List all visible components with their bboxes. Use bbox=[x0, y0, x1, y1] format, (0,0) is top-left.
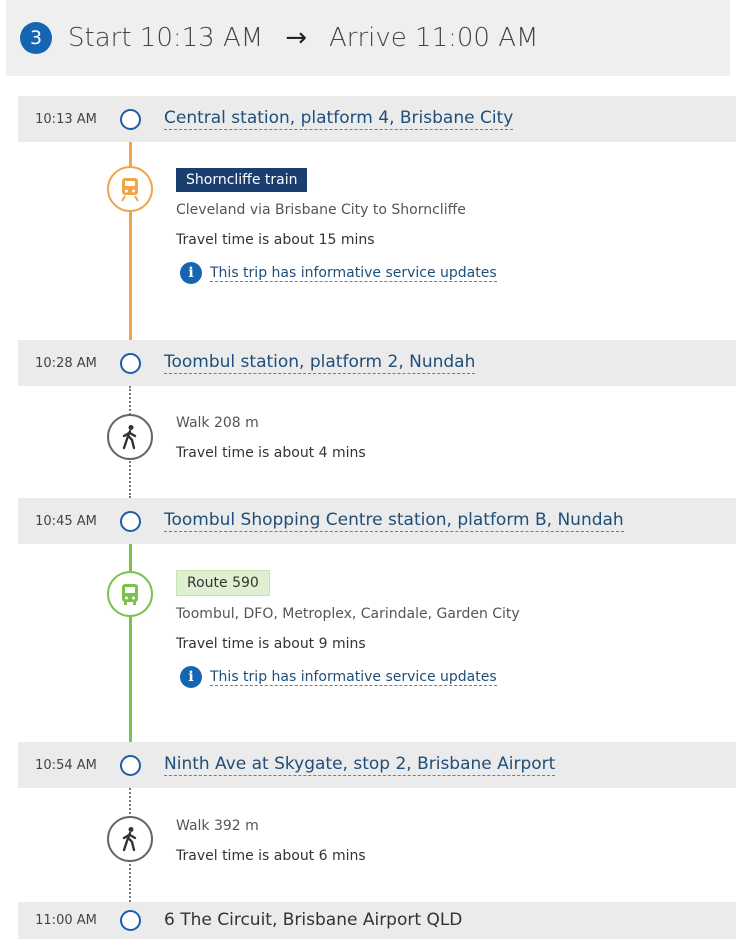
trip-header: 3 Start 10:13 AM → Arrive 11:00 AM bbox=[6, 0, 730, 76]
walk-icon bbox=[107, 414, 153, 460]
service-update-link[interactable]: This trip has informative service update… bbox=[210, 669, 497, 686]
route-description: Toombul, DFO, Metroplex, Carindale, Gard… bbox=[176, 606, 520, 622]
stop-name-link[interactable]: Central station, platform 4, Brisbane Ci… bbox=[164, 108, 514, 130]
walk-icon bbox=[107, 816, 153, 862]
stop-time: 11:00 AM bbox=[35, 913, 97, 928]
service-update[interactable]: i This trip has informative service upda… bbox=[176, 262, 497, 284]
info-icon: i bbox=[180, 666, 202, 688]
leg-train: Shorncliffe train Cleveland via Brisbane… bbox=[176, 168, 497, 284]
stop-row: 10:45 AM Toombul Shopping Centre station… bbox=[18, 498, 736, 544]
stop-circle-icon bbox=[120, 109, 141, 130]
stop-time: 10:28 AM bbox=[35, 355, 97, 371]
stop-time: 10:13 AM bbox=[35, 111, 97, 127]
info-icon: i bbox=[180, 262, 202, 284]
stop-time: 10:54 AM bbox=[35, 757, 97, 773]
travel-time: Travel time is about 4 mins bbox=[176, 445, 366, 461]
stop-time: 10:45 AM bbox=[35, 513, 97, 529]
stop-row: 10:13 AM Central station, platform 4, Br… bbox=[18, 96, 736, 142]
stop-circle-icon bbox=[120, 910, 141, 931]
stop-name-link[interactable]: Ninth Ave at Skygate, stop 2, Brisbane A… bbox=[164, 754, 556, 776]
walk-distance: Walk 208 m bbox=[176, 415, 259, 431]
leg-bus: Route 590 Toombul, DFO, Metroplex, Carin… bbox=[176, 570, 520, 688]
travel-time: Travel time is about 6 mins bbox=[176, 848, 366, 864]
stop-row: 10:54 AM Ninth Ave at Skygate, stop 2, B… bbox=[18, 742, 736, 788]
stop-circle-icon bbox=[120, 353, 141, 374]
leg-walk: Walk 208 m Travel time is about 4 mins bbox=[176, 415, 366, 475]
service-tag: Shorncliffe train bbox=[176, 168, 308, 192]
travel-time: Travel time is about 15 mins bbox=[176, 232, 375, 248]
stop-row: 10:28 AM Toombul station, platform 2, Nu… bbox=[18, 340, 736, 386]
stop-circle-icon bbox=[120, 511, 141, 532]
walk-distance: Walk 392 m bbox=[176, 818, 259, 834]
service-tag: Route 590 bbox=[176, 570, 270, 596]
train-icon bbox=[107, 166, 153, 212]
stop-circle-icon bbox=[120, 755, 141, 776]
stop-name-link[interactable]: Toombul station, platform 2, Nundah bbox=[164, 352, 476, 374]
start-time: Start 10:13 AM bbox=[68, 23, 264, 53]
leg-walk: Walk 392 m Travel time is about 6 mins bbox=[176, 818, 366, 878]
arrive-time: Arrive 11:00 AM bbox=[329, 23, 539, 53]
travel-time: Travel time is about 9 mins bbox=[176, 636, 366, 652]
arrow-right-icon: → bbox=[285, 23, 307, 53]
stop-row: 11:00 AM 6 The Circuit, Brisbane Airport… bbox=[18, 902, 736, 939]
service-update[interactable]: i This trip has informative service upda… bbox=[176, 666, 520, 688]
stop-name: 6 The Circuit, Brisbane Airport QLD bbox=[164, 910, 463, 930]
step-number-badge: 3 bbox=[20, 22, 52, 54]
stop-name-link[interactable]: Toombul Shopping Centre station, platfor… bbox=[164, 510, 624, 532]
service-update-link[interactable]: This trip has informative service update… bbox=[210, 265, 497, 282]
route-description: Cleveland via Brisbane City to Shornclif… bbox=[176, 202, 466, 218]
bus-icon bbox=[107, 571, 153, 617]
